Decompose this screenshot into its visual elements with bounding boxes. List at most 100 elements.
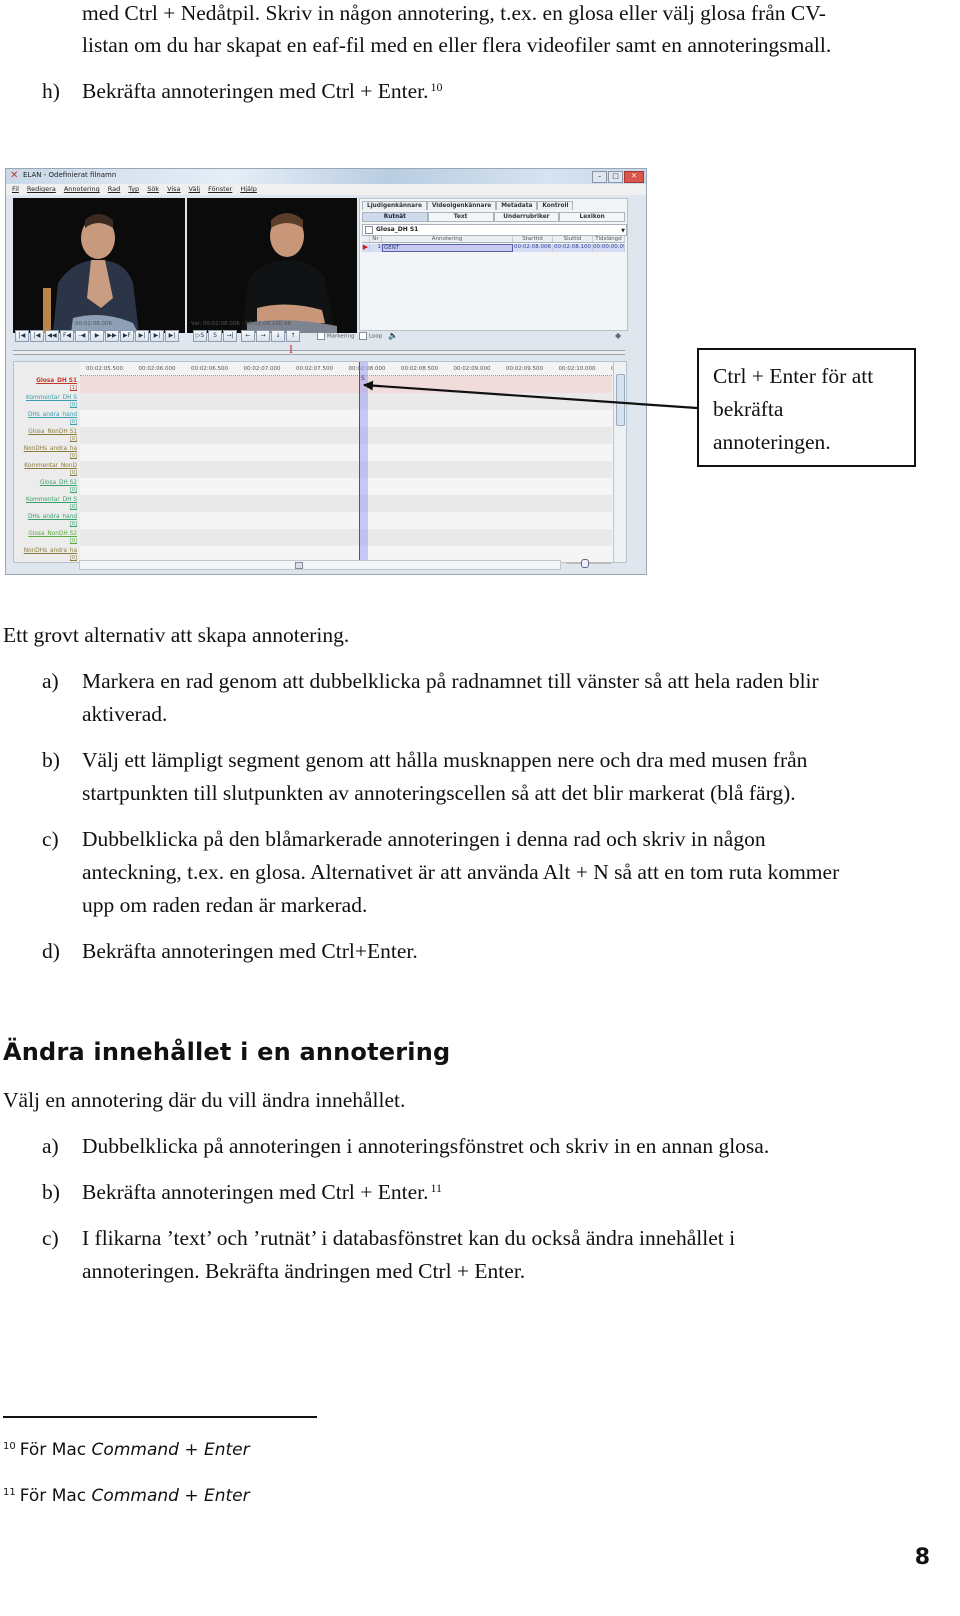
menu-typ[interactable]: Typ [128, 184, 139, 195]
timeline-viewer[interactable]: Glosa_DH S1 [1] Kommentar_DH S [0] DHs_andra… [13, 361, 627, 563]
close-icon[interactable]: ✕ [624, 171, 644, 183]
tab-kontroll[interactable]: Kontroll [537, 201, 574, 210]
selection-region[interactable] [359, 362, 368, 562]
tier-lane[interactable] [80, 478, 612, 495]
scrollbar-thumb[interactable] [616, 374, 625, 426]
tier-name: Kommentar_DH S [25, 497, 77, 503]
slider-knob[interactable] [581, 559, 589, 568]
next-pixel-button[interactable]: ▶▶ [105, 330, 119, 342]
tier-lane[interactable] [80, 444, 612, 461]
tier-select[interactable]: Glosa_DH S1 ▼ [362, 224, 627, 236]
tier-annotation-count: [1] [69, 385, 77, 391]
tier-lane[interactable] [80, 393, 612, 410]
previous-pixel-button[interactable]: -◀ [75, 330, 89, 342]
grid-col-annotering[interactable]: Annotering [382, 236, 513, 242]
next-annotation-button[interactable]: → [256, 330, 270, 342]
grid-col-nr[interactable]: Nr [370, 236, 382, 242]
maximize-icon[interactable]: □ [608, 171, 623, 183]
previous-scrollview-button[interactable]: |◀ [30, 330, 44, 342]
scrollbar-thumb[interactable] [295, 562, 303, 569]
next-second-button[interactable]: ▶| [135, 330, 149, 342]
menu-valj[interactable]: Välj [189, 184, 201, 195]
go-to-end-button[interactable]: ▶| [165, 330, 179, 342]
video-pane-1[interactable] [13, 198, 185, 333]
tier-down-button[interactable]: ↓ [271, 330, 285, 342]
grid-row[interactable]: ▶ 1 GENT 00:02:08.006 00:02:08.100 00:00… [362, 244, 625, 252]
tier-lane[interactable] [80, 461, 612, 478]
tier-checkbox[interactable] [365, 226, 373, 234]
loop-checkbox[interactable]: Loop [359, 332, 382, 340]
pin-icon[interactable]: ◆ [615, 331, 621, 340]
go-to-begin-button[interactable]: |◀ [15, 330, 29, 342]
grid-col-sluttid[interactable]: Sluttid [553, 236, 593, 242]
previous-second-button[interactable]: ◀◀ [45, 330, 59, 342]
tier-label[interactable]: Kommentar_NonD [0] [24, 463, 77, 477]
tier-label[interactable]: Glosa_NonDH S1 [0] [28, 429, 77, 443]
tier-lane[interactable] [80, 410, 612, 427]
tier-lane[interactable] [80, 427, 612, 444]
page-number: 8 [914, 1545, 930, 1570]
footnote-ref[interactable]: 11 [430, 1181, 442, 1195]
loop-label: Loop [369, 333, 383, 340]
menu-fonster[interactable]: Fönster [208, 184, 232, 195]
tab-rutnat[interactable]: Rutnät [362, 212, 428, 222]
menu-hjalp[interactable]: Hjälp [240, 184, 257, 195]
menu-sok[interactable]: Sök [147, 184, 159, 195]
chevron-down-icon[interactable]: ▼ [621, 226, 625, 236]
volume-icon[interactable]: 🔈 [388, 331, 398, 340]
list-item-label: b) [42, 748, 60, 772]
tab-lexikon[interactable]: Lexikon [559, 212, 625, 222]
tier-label[interactable]: Glosa_DH S2 [0] [40, 480, 77, 494]
minimize-icon[interactable]: – [592, 171, 607, 183]
next-scrollview-button[interactable]: ▶| [150, 330, 164, 342]
menu-rad[interactable]: Rad [108, 184, 120, 195]
grid-col-starttid[interactable]: Starttid [513, 236, 553, 242]
tier-lane[interactable] [80, 376, 612, 393]
clear-selection-button[interactable]: S [208, 330, 222, 342]
horizontal-scrollbar[interactable] [79, 560, 561, 570]
tier-annotation-count: [0] [69, 402, 77, 408]
toggle-selection-button[interactable]: →| [223, 330, 237, 342]
footnote-10: 10 För Mac Command + Enter [3, 1440, 250, 1460]
markering-checkbox[interactable]: Markering [317, 332, 355, 340]
play-button[interactable]: ▶ [90, 330, 104, 342]
prev-annotation-button[interactable]: ← [241, 330, 255, 342]
tab-underrubriker[interactable]: Underrubriker [493, 212, 560, 222]
tier-label[interactable]: NonDHs_andra_ha [0] [24, 548, 77, 562]
tabs-row-1: Ljudigenkännare Videoigenkännare Metadat… [362, 201, 574, 210]
ruler-tick-label: 00:02:07.500 [296, 366, 333, 372]
video-pane-2[interactable] [187, 198, 357, 333]
tier-label[interactable]: NonDHs_andra_ha [0] [24, 446, 77, 460]
tab-videoigenkannare[interactable]: Videoigenkännare [426, 201, 497, 210]
tier-label[interactable]: Glosa_NonDH S2 [0] [28, 531, 77, 545]
list-item-label: a) [42, 1134, 59, 1158]
menu-annotering[interactable]: Annotering [64, 184, 100, 195]
grid-col-tidslangd[interactable]: Tidslängd [593, 236, 625, 242]
tier-lane[interactable] [80, 512, 612, 529]
footnote-ref-10[interactable]: 10 [430, 80, 442, 94]
selection-buttons: ▷S S →| [193, 330, 237, 342]
previous-frame-button[interactable]: F◀ [60, 330, 74, 342]
grid-cell-annotering[interactable]: GENT [382, 244, 513, 252]
menu-redigera[interactable]: Redigera [27, 184, 56, 195]
tier-lane[interactable] [80, 495, 612, 512]
tab-text[interactable]: Text [427, 212, 494, 222]
tier-label[interactable]: DHs_andra_hand [0] [28, 412, 77, 426]
tier-label[interactable]: Glosa_DH S1 [1] [36, 378, 77, 392]
tab-metadata[interactable]: Metadata [496, 201, 538, 210]
time-ruler[interactable]: 00:02:05.500 00:02:06.000 00:02:06.500 00:0… [80, 362, 626, 376]
zoom-slider[interactable] [566, 559, 611, 568]
tier-up-button[interactable]: ↑ [286, 330, 300, 342]
panel-splitter[interactable]: I [13, 345, 625, 356]
tier-lane[interactable] [80, 529, 612, 546]
next-frame-button[interactable]: ▶F [120, 330, 134, 342]
tier-label[interactable]: Kommentar_DH S [0] [26, 395, 77, 409]
ruler-tick-label: 00:02:05.500 [86, 366, 123, 372]
tier-label[interactable]: DHs_andra_hand [0] [28, 514, 77, 528]
vertical-scrollbar[interactable] [613, 362, 626, 562]
menu-visa[interactable]: Visa [167, 184, 180, 195]
tab-ljudigenkannare[interactable]: Ljudigenkännare [362, 201, 427, 210]
play-selection-button[interactable]: ▷S [193, 330, 207, 342]
tier-label[interactable]: Kommentar_DH S [0] [26, 497, 77, 511]
menu-fil[interactable]: Fil [12, 184, 19, 195]
